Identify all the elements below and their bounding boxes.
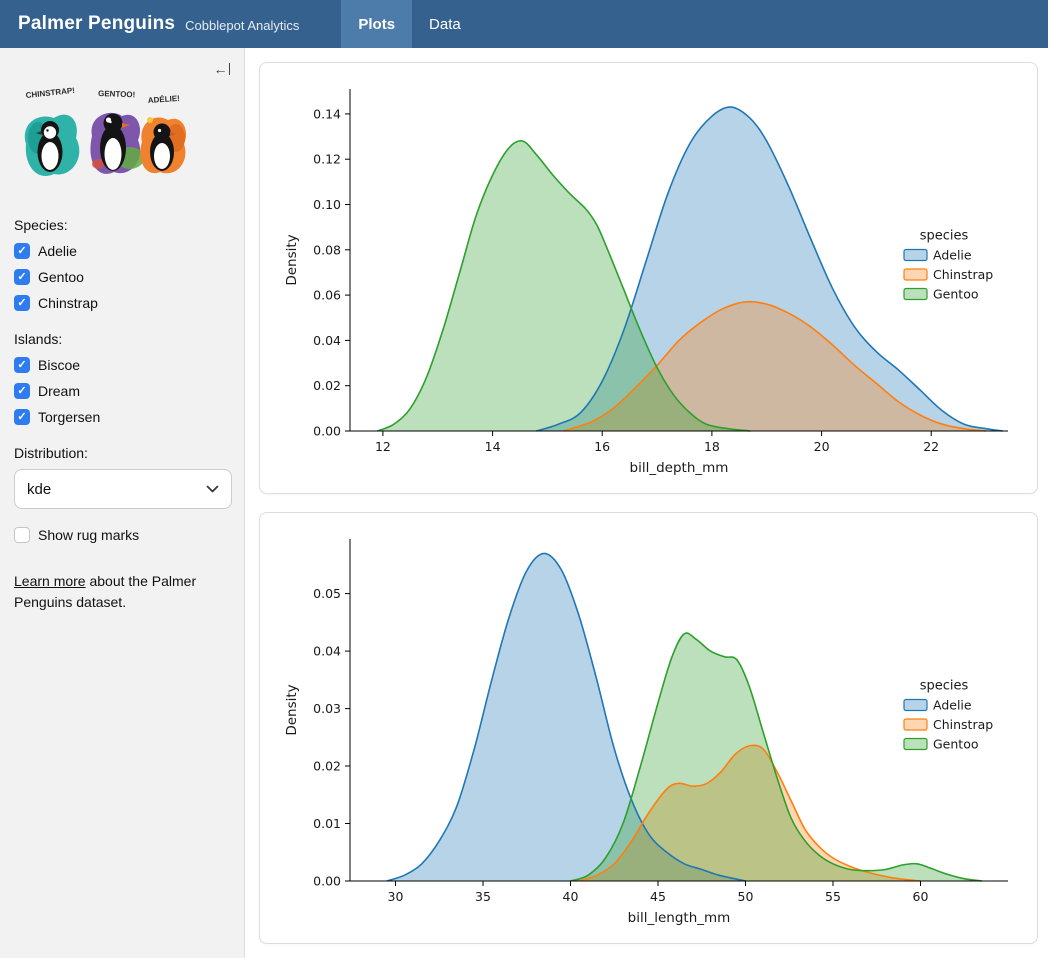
distribution-select[interactable]: kde <box>14 469 232 509</box>
svg-text:bill_depth_mm: bill_depth_mm <box>630 460 729 476</box>
distribution-group: Distribution: kde <box>14 445 230 509</box>
chinstrap-checkbox[interactable]: ✓ <box>14 295 30 311</box>
biscoe-checkbox[interactable]: ✓ <box>14 357 30 373</box>
nav-tabs: PlotsData <box>341 0 477 48</box>
main-layout: ← <box>0 48 1048 958</box>
svg-text:50: 50 <box>738 889 754 904</box>
distribution-selected-value: kde <box>27 481 51 498</box>
dream-checkbox[interactable]: ✓ <box>14 383 30 399</box>
navbar: Palmer Penguins Cobblepot Analytics Plot… <box>0 0 1048 48</box>
penguins-artwork: CHINSTRAP! GENTOO! ADÉLIE! <box>14 86 230 197</box>
svg-text:0.02: 0.02 <box>313 759 341 774</box>
bill-depth-card: 12 14 16 18 20 22 0.00 0.02 0.04 0.06 0.08 0.10 0.12… <box>259 62 1038 494</box>
svg-text:0.03: 0.03 <box>313 701 341 716</box>
svg-text:Density: Density <box>284 234 300 285</box>
species-option-chinstrap: ✓ Chinstrap <box>14 295 230 311</box>
svg-text:0.08: 0.08 <box>313 242 341 257</box>
svg-text:Adelie: Adelie <box>933 248 972 263</box>
svg-text:0.00: 0.00 <box>313 424 341 439</box>
gentoo-checkbox[interactable]: ✓ <box>14 269 30 285</box>
show-rug-marks-row: Show rug marks <box>14 527 230 543</box>
torgersen-checkbox[interactable]: ✓ <box>14 409 30 425</box>
bill-length-density-plot: 30 35 40 45 50 55 60 0.00 0.01 0.02 0.03 0.04 0.05 bi… <box>270 523 1026 933</box>
svg-text:45: 45 <box>650 889 666 904</box>
svg-text:Gentoo: Gentoo <box>933 287 979 302</box>
brand: Palmer Penguins Cobblepot Analytics <box>0 0 299 48</box>
svg-text:0.04: 0.04 <box>313 644 341 659</box>
collapse-left-icon: ← <box>214 62 228 76</box>
svg-text:35: 35 <box>475 889 491 904</box>
torgersen-checkbox-label: Torgersen <box>38 409 100 425</box>
svg-text:0.01: 0.01 <box>313 816 341 831</box>
islands-option-dream: ✓ Dream <box>14 383 230 399</box>
species-label: Species: <box>14 217 230 233</box>
svg-text:16: 16 <box>594 439 610 454</box>
svg-text:20: 20 <box>814 439 830 454</box>
svg-text:bill_length_mm: bill_length_mm <box>628 910 731 926</box>
distribution-label: Distribution: <box>14 445 230 461</box>
svg-text:14: 14 <box>485 439 501 454</box>
svg-text:Chinstrap: Chinstrap <box>933 717 993 732</box>
chevron-down-icon <box>206 485 219 494</box>
artwork-label-adelie: ADÉLIE! <box>148 94 181 105</box>
svg-text:Adelie: Adelie <box>933 698 972 713</box>
adelie-checkbox[interactable]: ✓ <box>14 243 30 259</box>
svg-text:species: species <box>920 229 969 244</box>
svg-text:species: species <box>920 679 969 694</box>
species-option-adelie: ✓ Adelie <box>14 243 230 259</box>
show-rug-marks-checkbox[interactable] <box>14 527 30 543</box>
svg-text:0.12: 0.12 <box>313 152 341 167</box>
svg-text:0.04: 0.04 <box>313 333 341 348</box>
bill-depth-density-plot: 12 14 16 18 20 22 0.00 0.02 0.04 0.06 0.08 0.10 0.12… <box>270 73 1026 483</box>
svg-text:Gentoo: Gentoo <box>933 737 979 752</box>
svg-text:0.10: 0.10 <box>313 197 341 212</box>
bill-length-card: 30 35 40 45 50 55 60 0.00 0.01 0.02 0.03 0.04 0.05 bi… <box>259 512 1038 944</box>
islands-label: Islands: <box>14 331 230 347</box>
tab-data[interactable]: Data <box>412 0 478 48</box>
svg-text:40: 40 <box>563 889 579 904</box>
app-title: Palmer Penguins <box>18 13 175 35</box>
svg-text:0.02: 0.02 <box>313 378 341 393</box>
svg-text:0.14: 0.14 <box>313 106 341 121</box>
svg-text:30: 30 <box>388 889 404 904</box>
svg-text:Density: Density <box>284 684 300 735</box>
svg-text:55: 55 <box>825 889 841 904</box>
svg-text:18: 18 <box>704 439 720 454</box>
dataset-note: Learn more about the Palmer Penguins dat… <box>14 571 220 613</box>
svg-text:0.06: 0.06 <box>313 288 341 303</box>
adelie-checkbox-label: Adelie <box>38 243 77 259</box>
penguins-illustration: CHINSTRAP! GENTOO! ADÉLIE! <box>14 86 191 192</box>
gentoo-checkbox-label: Gentoo <box>38 269 84 285</box>
svg-text:12: 12 <box>375 439 391 454</box>
islands-option-torgersen: ✓ Torgersen <box>14 409 230 425</box>
svg-text:22: 22 <box>923 439 939 454</box>
species-option-gentoo: ✓ Gentoo <box>14 269 230 285</box>
svg-text:0.00: 0.00 <box>313 874 341 889</box>
dream-checkbox-label: Dream <box>38 383 80 399</box>
species-filter-group: Species: ✓ Adelie ✓ Gentoo ✓ Chinstrap <box>14 217 230 311</box>
islands-option-biscoe: ✓ Biscoe <box>14 357 230 373</box>
artwork-label-chinstrap: CHINSTRAP! <box>25 86 75 100</box>
artwork-label-gentoo: GENTOO! <box>98 89 135 99</box>
islands-filter-group: Islands: ✓ Biscoe ✓ Dream ✓ Torgersen <box>14 331 230 425</box>
svg-text:0.05: 0.05 <box>313 586 341 601</box>
svg-text:Chinstrap: Chinstrap <box>933 267 993 282</box>
show-rug-marks-label: Show rug marks <box>38 527 139 543</box>
collapse-bar-icon <box>229 63 231 75</box>
app-window: Palmer Penguins Cobblepot Analytics Plot… <box>0 0 1048 958</box>
main-content: 12 14 16 18 20 22 0.00 0.02 0.04 0.06 0.08 0.10 0.12… <box>245 48 1048 958</box>
sidebar-collapse-button[interactable]: ← <box>212 60 233 78</box>
biscoe-checkbox-label: Biscoe <box>38 357 80 373</box>
chinstrap-checkbox-label: Chinstrap <box>38 295 98 311</box>
app-subtitle: Cobblepot Analytics <box>185 18 299 33</box>
svg-text:60: 60 <box>913 889 929 904</box>
sidebar: ← <box>0 48 245 958</box>
learn-more-link[interactable]: Learn more <box>14 573 86 589</box>
tab-plots[interactable]: Plots <box>341 0 412 48</box>
